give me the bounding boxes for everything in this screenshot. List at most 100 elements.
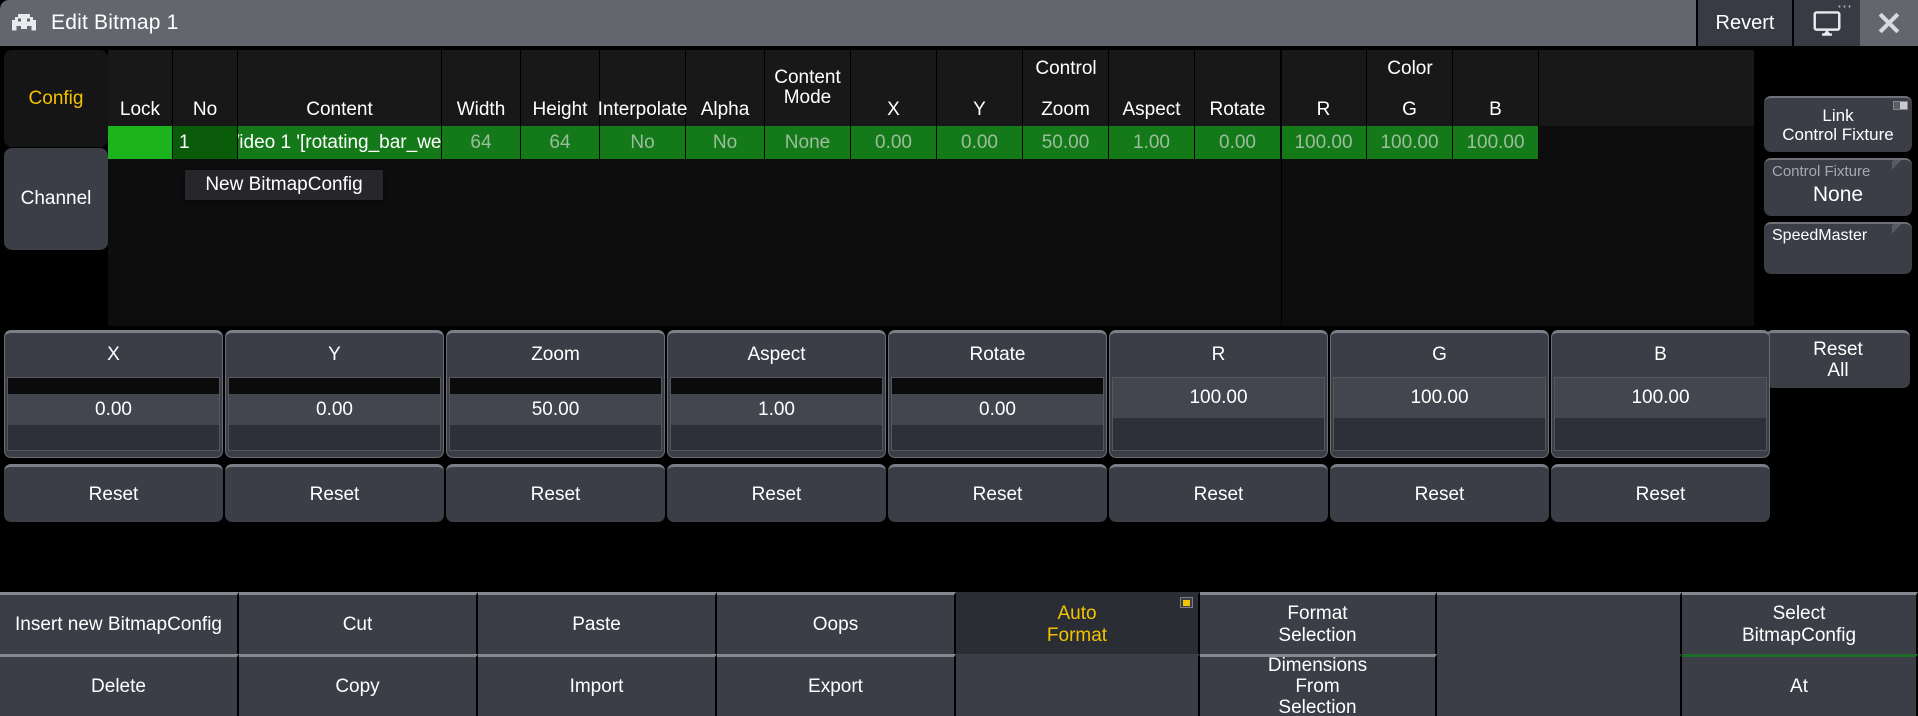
revert-button[interactable]: Revert [1696, 0, 1792, 46]
cell-g[interactable]: 100.00 [1367, 126, 1453, 159]
close-button[interactable] [1860, 0, 1918, 46]
column-header-no[interactable]: No [173, 50, 238, 126]
column-header-g[interactable]: G [1367, 50, 1453, 126]
cell-rotate[interactable]: 0.00 [1195, 126, 1281, 159]
command-button-insert-new-bitmapconfig[interactable]: Insert new BitmapConfig [0, 592, 239, 654]
cell-lock[interactable] [108, 126, 173, 159]
column-header-interpolate[interactable]: Interpolate [598, 50, 687, 126]
column-header-rotate[interactable]: Rotate [1195, 50, 1281, 126]
encoder-fader-track[interactable] [671, 378, 882, 394]
speedmaster-field[interactable]: SpeedMaster [1764, 222, 1912, 274]
context-menu-item-new-bitmapconfig[interactable]: New BitmapConfig [185, 170, 383, 200]
command-button-auto-format[interactable]: Auto Format [956, 592, 1200, 654]
encoder-g-readout[interactable]: 100.00 [1333, 377, 1546, 451]
cell-aspect[interactable]: 1.00 [1109, 126, 1195, 159]
table-row[interactable]: 1 Video 1 '[rotating_bar_web 64 64 No No None 0… [108, 126, 1754, 159]
column-header-aspect[interactable]: Aspect [1109, 50, 1195, 126]
cell-y[interactable]: 0.00 [937, 126, 1023, 159]
tab-channel[interactable]: Channel [4, 148, 108, 250]
cell-content[interactable]: Video 1 '[rotating_bar_web [238, 126, 442, 159]
column-header-x[interactable]: X [851, 50, 937, 126]
ellipsis-icon[interactable]: ⋯ [1837, 0, 1853, 14]
encoder-r-reset-button[interactable]: Reset [1109, 464, 1328, 522]
cell-interpolate[interactable]: No [600, 126, 686, 159]
encoder-b-value[interactable]: 100.00 [1555, 378, 1766, 418]
command-button-paste[interactable]: Paste [478, 592, 717, 654]
column-header-content[interactable]: Content [238, 50, 442, 126]
encoder-zoom-readout[interactable]: 50.00 [449, 377, 662, 451]
command-button-select-bitmapconfig[interactable]: Select BitmapConfig [1682, 592, 1918, 654]
column-header-zoom[interactable]: Zoom [1023, 50, 1109, 126]
command-button-export[interactable]: Export [717, 654, 956, 716]
encoder-r[interactable]: R 100.00 [1109, 330, 1328, 458]
cell-contentmode[interactable]: None [765, 126, 851, 159]
column-header-width[interactable]: Width [442, 50, 521, 126]
column-header-y[interactable]: Y [937, 50, 1023, 126]
encoder-r-readout[interactable]: 100.00 [1112, 377, 1325, 451]
reset-all-button[interactable]: Reset All [1766, 330, 1910, 388]
encoder-y-readout[interactable]: 0.00 [228, 377, 441, 451]
encoder-zoom-reset-button[interactable]: Reset [446, 464, 665, 522]
cell-height[interactable]: 64 [521, 126, 600, 159]
encoder-b[interactable]: B 100.00 [1551, 330, 1770, 458]
encoder-zoom-value[interactable]: 50.00 [450, 394, 661, 425]
cell-zoom[interactable]: 50.00 [1023, 126, 1109, 159]
cell-x[interactable]: 0.00 [851, 126, 937, 159]
monitor-button[interactable]: ⋯ [1792, 0, 1860, 46]
encoder-x[interactable]: X 0.00 [4, 330, 223, 458]
control-fixture-field[interactable]: Control Fixture None [1764, 158, 1912, 216]
cell-no[interactable]: 1 [173, 126, 238, 159]
encoder-aspect-reset-button[interactable]: Reset [667, 464, 886, 522]
encoder-zoom[interactable]: Zoom 50.00 [446, 330, 665, 458]
encoder-rotate-readout[interactable]: 0.00 [891, 377, 1104, 451]
command-button-copy[interactable]: Copy [239, 654, 478, 716]
column-header-contentmode[interactable]: Content Mode [765, 50, 851, 126]
cell-alpha[interactable]: No [686, 126, 765, 159]
command-button-delete[interactable]: Delete [0, 654, 239, 716]
cell-b[interactable]: 100.00 [1453, 126, 1539, 159]
column-header-height[interactable]: Height [521, 50, 600, 126]
encoder-fader-track[interactable] [450, 378, 661, 394]
encoder-x-readout[interactable]: 0.00 [7, 377, 220, 451]
command-button-format-selection[interactable]: Format Selection [1200, 592, 1437, 654]
column-header-alpha[interactable]: Alpha [686, 50, 765, 126]
command-button-import[interactable]: Import [478, 654, 717, 716]
column-header-r[interactable]: R [1281, 50, 1367, 126]
encoder-aspect-readout[interactable]: 1.00 [670, 377, 883, 451]
encoder-rotate[interactable]: Rotate 0.00 [888, 330, 1107, 458]
encoder-b-reset-button[interactable]: Reset [1551, 464, 1770, 522]
encoder-y[interactable]: Y 0.00 [225, 330, 444, 458]
column-header-b[interactable]: B [1453, 50, 1539, 126]
command-button-grid: Insert new BitmapConfig Cut Paste Oops Auto F… [0, 592, 1918, 716]
command-button-cut[interactable]: Cut [239, 592, 478, 654]
encoder-aspect-value[interactable]: 1.00 [671, 394, 882, 425]
tab-config[interactable]: Config [4, 50, 108, 147]
encoder-g-reset-button[interactable]: Reset [1330, 464, 1549, 522]
command-button-at[interactable]: At [1682, 654, 1918, 716]
encoder-b-readout[interactable]: 100.00 [1554, 377, 1767, 451]
cell-r[interactable]: 100.00 [1281, 126, 1367, 159]
column-header-lock[interactable]: Lock [108, 50, 173, 126]
encoder-g-value[interactable]: 100.00 [1334, 378, 1545, 418]
encoder-x-reset-button[interactable]: Reset [4, 464, 223, 522]
encoder-r-value[interactable]: 100.00 [1113, 378, 1324, 418]
encoder-x-value[interactable]: 0.00 [8, 394, 219, 425]
encoder-g[interactable]: G 100.00 [1330, 330, 1549, 458]
encoder-fader-track[interactable] [892, 378, 1103, 394]
command-button-oops[interactable]: Oops [717, 592, 956, 654]
encoder-y-reset-button[interactable]: Reset [225, 464, 444, 522]
encoder-title-label: G [1432, 344, 1447, 365]
column-header-g-label: G [1402, 99, 1417, 121]
reset-all-line2: All [1827, 359, 1849, 381]
column-header-b-label: B [1489, 99, 1502, 121]
cell-width[interactable]: 64 [442, 126, 521, 159]
encoder-fader-track[interactable] [8, 378, 219, 394]
encoder-rotate-reset-button[interactable]: Reset [888, 464, 1107, 522]
encoder-fader-track[interactable] [229, 378, 440, 394]
link-control-fixture-button[interactable]: Link Control Fixture [1764, 96, 1912, 152]
encoder-rotate-value[interactable]: 0.00 [892, 394, 1103, 425]
encoder-y-value[interactable]: 0.00 [229, 394, 440, 425]
cmd-label: Oops [812, 613, 859, 635]
command-button-dimensions-from-selection[interactable]: Dimensions From Selection [1200, 654, 1437, 716]
encoder-aspect[interactable]: Aspect 1.00 [667, 330, 886, 458]
